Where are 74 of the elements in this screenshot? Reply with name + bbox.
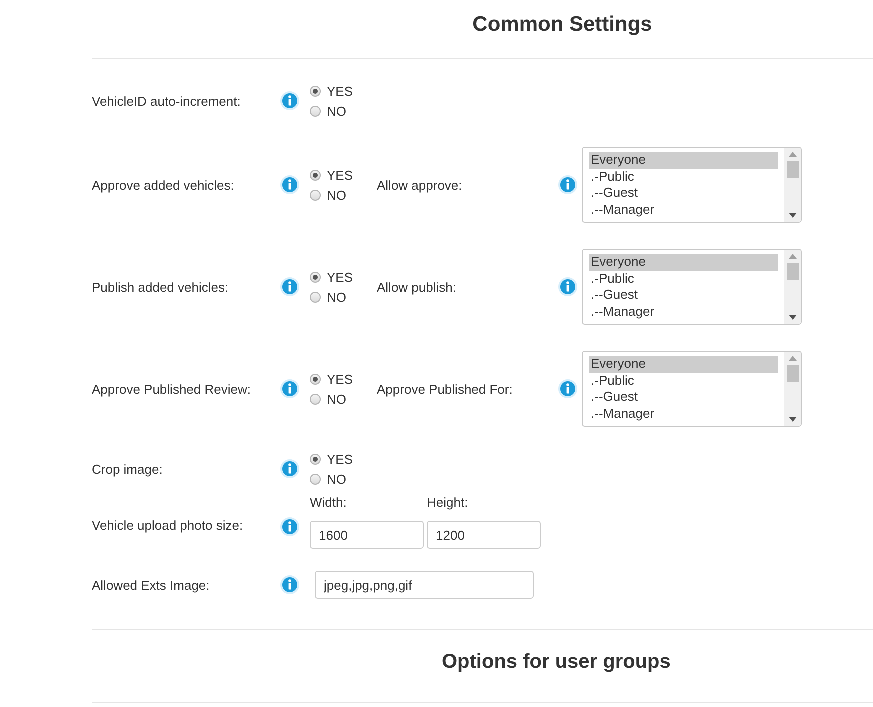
info-icon[interactable]: [280, 175, 300, 195]
scroll-down-icon[interactable]: [788, 213, 796, 218]
radio-button[interactable]: [310, 106, 321, 116]
info-icon[interactable]: [280, 517, 300, 537]
group-listbox[interactable]: Everyone .-Public .--Guest .--Manager: [582, 147, 802, 223]
scroll-down-icon[interactable]: [788, 417, 796, 422]
field-label: VehicleID auto-increment:: [92, 94, 242, 108]
radio-label: NO: [327, 472, 346, 486]
field-label: Allow approve:: [377, 178, 464, 192]
group-listbox[interactable]: Everyone .-Public .--Guest .--Manager: [582, 351, 802, 427]
list-option[interactable]: .--Guest: [589, 287, 778, 304]
list-option[interactable]: .-Public: [589, 168, 778, 185]
scrollbar[interactable]: [784, 352, 801, 426]
field-label: Publish added vehicles:: [92, 280, 230, 294]
radio-label: YES: [327, 84, 354, 98]
radio-button[interactable]: [310, 170, 321, 180]
scroll-thumb[interactable]: [786, 365, 798, 382]
list-option[interactable]: .--Guest: [589, 389, 778, 406]
section-title: Common Settings: [472, 12, 654, 38]
radio-button[interactable]: [310, 454, 321, 464]
info-icon[interactable]: [280, 277, 300, 297]
radio-label: NO: [327, 104, 346, 118]
list-option[interactable]: Everyone: [589, 152, 778, 168]
field-label: Allow publish:: [377, 280, 458, 294]
field-label: Approve Published For:: [377, 382, 514, 396]
scroll-up-icon[interactable]: [788, 152, 796, 157]
field-label: Crop image:: [92, 462, 164, 476]
scrollbar[interactable]: [784, 148, 801, 222]
radio-label: NO: [327, 392, 346, 406]
radio-button[interactable]: [310, 474, 321, 484]
radio-label: YES: [327, 372, 354, 386]
scroll-up-icon[interactable]: [788, 356, 796, 361]
input-field[interactable]: 1600: [310, 521, 424, 549]
input-field[interactable]: 1200: [427, 521, 541, 549]
info-icon[interactable]: [280, 91, 300, 111]
radio-button[interactable]: [310, 190, 321, 200]
info-icon[interactable]: [280, 459, 300, 479]
list-option[interactable]: .--Manager: [589, 304, 778, 320]
input-field[interactable]: jpeg,jpg,png,gif: [315, 571, 534, 599]
field-label: Height:: [427, 495, 470, 512]
info-icon[interactable]: [558, 277, 578, 297]
radio-label: YES: [327, 168, 354, 182]
group-listbox[interactable]: Everyone .-Public .--Guest .--Manager: [582, 249, 802, 325]
list-option[interactable]: Everyone: [589, 356, 778, 372]
radio-label: YES: [327, 270, 354, 284]
field-label: Width:: [310, 495, 348, 512]
info-icon[interactable]: [558, 379, 578, 399]
radio-button[interactable]: [310, 292, 321, 302]
info-icon[interactable]: [280, 379, 300, 399]
radio-button[interactable]: [310, 86, 321, 96]
radio-label: YES: [327, 452, 354, 466]
scroll-thumb[interactable]: [786, 263, 798, 280]
info-icon[interactable]: [280, 575, 300, 595]
list-option[interactable]: .--Guest: [589, 185, 778, 202]
scroll-thumb[interactable]: [786, 161, 798, 178]
list-option[interactable]: .--Manager: [589, 406, 778, 422]
info-icon[interactable]: [558, 175, 578, 195]
field-label: Approve added vehicles:: [92, 178, 236, 192]
radio-label: NO: [327, 188, 346, 202]
radio-label: NO: [327, 290, 346, 304]
list-option[interactable]: Everyone: [589, 254, 778, 270]
list-option[interactable]: .-Public: [589, 372, 778, 389]
field-label: Allowed Exts Image:: [92, 578, 211, 592]
field-label: Vehicle upload photo size:: [92, 518, 244, 533]
scroll-up-icon[interactable]: [788, 254, 796, 259]
scroll-down-icon[interactable]: [788, 315, 796, 320]
field-label: Approve Published Review:: [92, 382, 252, 396]
radio-button[interactable]: [310, 394, 321, 404]
radio-button[interactable]: [310, 272, 321, 282]
list-option[interactable]: .--Manager: [589, 202, 778, 218]
list-option[interactable]: .-Public: [589, 270, 778, 287]
section-title: Options for user groups: [441, 650, 672, 675]
radio-button[interactable]: [310, 374, 321, 384]
scrollbar[interactable]: [784, 250, 801, 324]
